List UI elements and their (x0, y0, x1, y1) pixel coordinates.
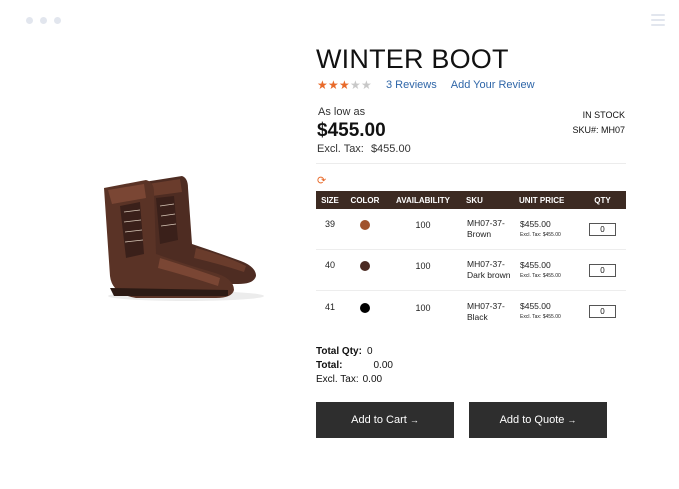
divider (316, 163, 626, 164)
unit-price-tax: Excl. Tax: $455.00 (520, 231, 561, 238)
unit-price-cell: $455.00 Excl. Tax: $455.00 (515, 301, 579, 322)
size-cell: 40 (324, 260, 335, 270)
qty-cell (579, 222, 626, 236)
total-qty-value: 0 (366, 346, 373, 357)
variants-table: SIZE COLOR AVAILABILITY SKU UNIT PRICE Q… (316, 191, 626, 332)
table-row: 40 100 MH07-37- Dark brown $455.00 Excl. T… (316, 250, 626, 291)
total-row: Total: 0.00 (316, 359, 393, 373)
col-size: SIZE (321, 195, 339, 205)
hamburger-menu-icon[interactable] (651, 14, 665, 26)
excl-tax-line: Excl. Tax: $455.00 (317, 143, 411, 155)
table-row: 39 100 MH07-37- Brown $455.00 Excl. Tax: $… (316, 209, 626, 250)
size-cell: 41 (324, 301, 335, 312)
excl-tax-total-label: Excl. Tax: (316, 374, 359, 385)
table-header: SIZE COLOR AVAILABILITY SKU UNIT PRICE Q… (316, 191, 626, 209)
window-dot (54, 17, 61, 24)
add-review-link[interactable]: Add Your Review (451, 79, 535, 91)
window-dot (40, 17, 47, 24)
unit-price: $455.00 (520, 301, 551, 311)
qty-input[interactable] (589, 222, 616, 236)
star-empty-icon: ★ (350, 78, 361, 92)
availability-cell: 100 (415, 220, 431, 230)
sku-cell: MH07-37- Brown (467, 218, 505, 239)
qty-cell (579, 305, 626, 318)
product-title: WINTER BOOT (316, 44, 509, 74)
unit-price-tax: Excl. Tax: $455.00 (520, 314, 561, 320)
unit-price-tax: Excl. Tax: $455.00 (520, 272, 561, 279)
total-qty-row: Total Qty: 0 (316, 345, 393, 359)
window-dot (26, 17, 33, 24)
product-image (104, 176, 264, 301)
color-cell (344, 261, 386, 279)
total-value: 0.00 (373, 360, 393, 371)
add-to-quote-button[interactable]: Add to Quote → (469, 402, 607, 438)
color-cell (344, 220, 386, 238)
sku-cell: MH07-37- Dark brown (467, 259, 511, 280)
color-cell (344, 302, 386, 321)
availability-cell: 100 (415, 302, 431, 313)
reviews-link[interactable]: 3 Reviews (386, 79, 437, 91)
as-low-as-label: As low as (318, 106, 366, 118)
col-unit-price: UNIT PRICE (519, 195, 565, 205)
col-qty: QTY (594, 195, 611, 205)
excl-tax-value: $455.00 (370, 143, 411, 155)
total-label: Total: (316, 360, 343, 371)
excl-tax-total-value: 0.00 (362, 374, 383, 385)
qty-input[interactable] (589, 263, 616, 277)
table-row: 41 100 MH07-37- Black $455.00 Excl. Tax: $… (316, 291, 626, 332)
add-to-quote-label: Add to Quote (499, 414, 565, 426)
color-swatch (360, 220, 370, 230)
qty-input[interactable] (589, 305, 616, 318)
availability-cell: 100 (415, 261, 431, 271)
qty-cell (579, 263, 626, 277)
size-cell: 39 (324, 219, 335, 229)
unit-price-cell: $455.00 Excl. Tax: $455.00 (515, 219, 579, 240)
add-to-cart-button[interactable]: Add to Cart → (316, 402, 454, 438)
col-availability: AVAILABILITY (396, 195, 450, 205)
window-dots (26, 17, 61, 24)
product-sku: SKU#: MH07 (572, 125, 625, 135)
rating-row: ★ ★ ★ ★ ★ 3 Reviews Add Your Review (317, 78, 535, 92)
refresh-icon[interactable]: ⟳ (317, 174, 326, 187)
col-color: COLOR (350, 195, 380, 205)
star-filled-icon: ★ (339, 78, 350, 92)
unit-price: $455.00 (520, 259, 551, 270)
arrow-right-icon: → (567, 415, 577, 425)
rating-stars: ★ ★ ★ ★ ★ (317, 78, 372, 92)
col-sku: SKU (466, 195, 483, 205)
totals-block: Total Qty: 0 Total: 0.00 Excl. Tax: 0.00 (316, 345, 393, 387)
star-filled-icon: ★ (317, 78, 328, 92)
total-qty-label: Total Qty: (316, 346, 362, 357)
stock-status: IN STOCK (582, 110, 625, 120)
excl-tax-label: Excl. Tax: (317, 143, 364, 155)
unit-price: $455.00 (520, 218, 551, 229)
arrow-right-icon: → (409, 415, 419, 425)
star-filled-icon: ★ (328, 78, 339, 92)
sku-cell: MH07-37- Black (467, 300, 505, 322)
unit-price-cell: $455.00 Excl. Tax: $455.00 (515, 260, 579, 281)
color-swatch (360, 302, 370, 313)
excl-tax-total-row: Excl. Tax: 0.00 (316, 373, 393, 387)
star-empty-icon: ★ (361, 78, 372, 92)
product-price: $455.00 (317, 120, 386, 141)
color-swatch (360, 261, 370, 271)
add-to-cart-label: Add to Cart (351, 414, 407, 426)
